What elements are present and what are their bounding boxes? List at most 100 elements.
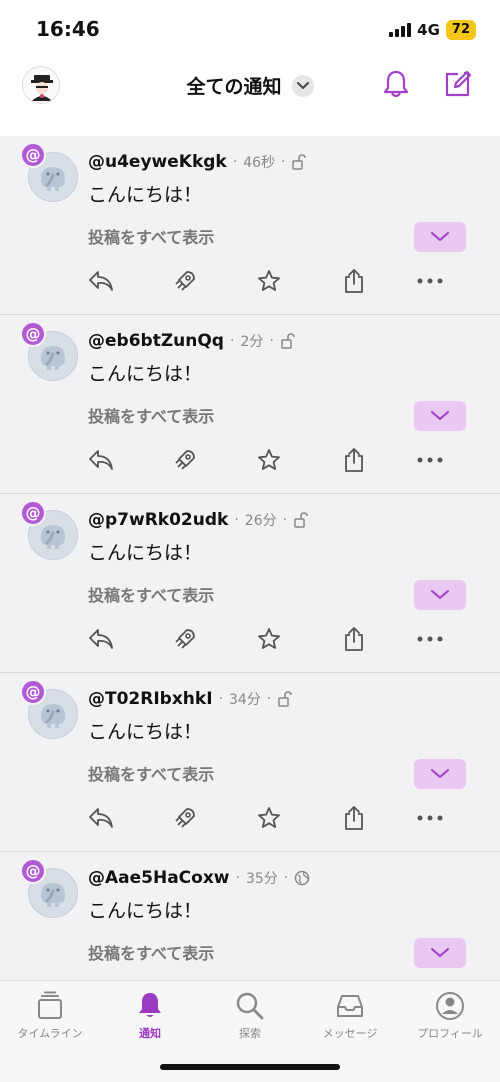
note-header: @Aae5HaCoxw · 35分 · (88, 868, 310, 888)
note-time: 34分 (229, 692, 261, 708)
mention-badge-icon: @ (20, 679, 46, 705)
inbox-icon (337, 995, 363, 1017)
globe-icon (295, 870, 310, 886)
mention-badge-icon: @ (20, 321, 46, 347)
notification-item[interactable]: @ @p7wRk02udk · 26分 · こんにちは！ 投稿をすべて表示 (0, 494, 500, 673)
share-icon[interactable] (339, 803, 369, 833)
note-time: 2分 (240, 334, 264, 350)
chevron-down-icon (431, 411, 449, 420)
renote-icon[interactable] (170, 445, 200, 475)
note-actions (82, 803, 462, 833)
expand-button[interactable] (414, 401, 466, 431)
share-icon[interactable] (339, 445, 369, 475)
lock-icon (294, 512, 308, 528)
show-all-link[interactable]: 投稿をすべて表示 (88, 224, 214, 248)
renote-icon[interactable] (170, 266, 200, 296)
signal-icon (389, 23, 412, 37)
star-icon[interactable] (254, 266, 284, 296)
note-actions (82, 624, 462, 654)
note-username[interactable]: @p7wRk02udk (88, 510, 228, 530)
bell-icon (139, 993, 161, 1017)
renote-icon[interactable] (170, 624, 200, 654)
battery-level: 72 (445, 20, 476, 40)
search-icon (236, 992, 264, 1020)
lock-icon (278, 691, 293, 707)
note-actions (82, 445, 462, 475)
expand-button[interactable] (414, 938, 466, 968)
star-icon[interactable] (254, 445, 284, 475)
notification-item[interactable]: @ @T02RIbxhkI · 34分 · こんにちは！ 投稿をすべて表示 (0, 673, 500, 852)
note-header: @T02RIbxhkI · 34分 · (88, 689, 293, 709)
note-username[interactable]: @u4eyweKkgk (88, 152, 227, 172)
tab-explore[interactable]: 探索 (200, 989, 300, 1041)
note-header: @eb6btZunQq · 2分 · (88, 331, 296, 351)
notification-item[interactable]: @ @u4eyweKkgk · 46秒 · こんにちは！ 投稿をすべて表示 (0, 136, 500, 315)
note-username[interactable]: @T02RIbxhkI (88, 689, 213, 709)
show-all-link[interactable]: 投稿をすべて表示 (88, 582, 214, 606)
notification-item[interactable]: @ @Aae5HaCoxw · 35分 · こんにちは！ 投稿をすべて表示 (0, 852, 500, 980)
note-time: 35分 (245, 871, 278, 887)
timeline-selector[interactable]: 全ての通知 (0, 72, 500, 99)
reply-icon[interactable] (86, 624, 116, 654)
tab-label: 通知 (139, 1027, 161, 1040)
more-icon[interactable] (415, 266, 445, 296)
note-username[interactable]: @Aae5HaCoxw (88, 868, 230, 888)
timeline-icon (38, 991, 62, 1019)
notification-list[interactable]: @ @u4eyweKkgk · 46秒 · こんにちは！ 投稿をすべて表示 @ … (0, 136, 500, 980)
mention-badge-icon: @ (20, 142, 46, 168)
lock-icon (292, 154, 307, 170)
show-all-link[interactable]: 投稿をすべて表示 (88, 403, 214, 427)
note-text: こんにちは！ (88, 184, 203, 206)
note-username[interactable]: @eb6btZunQq (88, 331, 224, 351)
status-indicators: 4G 72 (389, 20, 476, 40)
show-all-link[interactable]: 投稿をすべて表示 (88, 761, 214, 785)
expand-button[interactable] (414, 222, 466, 252)
profile-icon (436, 992, 464, 1020)
note-text: こんにちは！ (88, 900, 203, 922)
chevron-down-icon (431, 769, 449, 778)
renote-icon[interactable] (170, 803, 200, 833)
bell-icon[interactable] (380, 68, 412, 100)
tab-label: プロフィール (417, 1027, 483, 1040)
more-icon[interactable] (415, 624, 445, 654)
note-header: @p7wRk02udk · 26分 · (88, 510, 309, 530)
home-indicator (160, 1064, 340, 1070)
notification-item[interactable]: @ @eb6btZunQq · 2分 · こんにちは！ 投稿をすべて表示 (0, 315, 500, 494)
tab-notifications[interactable]: 通知 (100, 989, 200, 1041)
tab-label: タイムライン (17, 1027, 83, 1040)
reply-icon[interactable] (86, 445, 116, 475)
chevron-down-icon (431, 590, 449, 599)
share-icon[interactable] (339, 266, 369, 296)
network-type: 4G (417, 21, 440, 39)
expand-button[interactable] (414, 580, 466, 610)
chevron-down-icon (431, 232, 449, 241)
tab-timeline[interactable]: タイムライン (0, 989, 100, 1041)
star-icon[interactable] (254, 803, 284, 833)
tab-messages[interactable]: メッセージ (300, 989, 400, 1041)
mention-badge-icon: @ (20, 858, 46, 884)
note-text: こんにちは！ (88, 542, 203, 564)
reply-icon[interactable] (86, 803, 116, 833)
note-text: こんにちは！ (88, 363, 203, 385)
expand-button[interactable] (414, 759, 466, 789)
note-time: 26分 (244, 513, 277, 529)
status-bar: 16:46 4G 72 (0, 0, 500, 60)
note-text: こんにちは！ (88, 721, 203, 743)
chevron-down-icon (291, 74, 314, 97)
more-icon[interactable] (415, 445, 445, 475)
lock-icon (281, 333, 295, 349)
share-icon[interactable] (339, 624, 369, 654)
reply-icon[interactable] (86, 266, 116, 296)
page-title: 全ての通知 (186, 76, 282, 98)
tab-profile[interactable]: プロフィール (400, 989, 500, 1041)
more-icon[interactable] (415, 803, 445, 833)
star-icon[interactable] (254, 624, 284, 654)
tab-label: 探索 (239, 1027, 261, 1040)
chevron-down-icon (431, 948, 449, 957)
note-header: @u4eyweKkgk · 46秒 · (88, 152, 307, 172)
header: 全ての通知 (0, 60, 500, 136)
mention-badge-icon: @ (20, 500, 46, 526)
show-all-link[interactable]: 投稿をすべて表示 (88, 940, 214, 964)
status-time: 16:46 (36, 17, 100, 41)
compose-icon[interactable] (442, 68, 474, 100)
